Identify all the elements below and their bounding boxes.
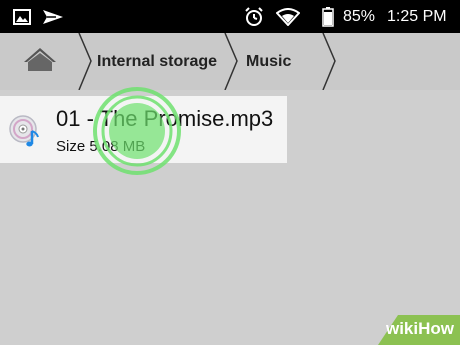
wikihow-watermark: wikiHow — [360, 311, 460, 345]
wifi-icon — [274, 0, 302, 33]
breadcrumb-separator — [322, 33, 336, 90]
list-item[interactable]: 01 - The Promise.mp3 Size 5.08 MB — [0, 96, 287, 163]
battery-icon — [321, 0, 335, 33]
breadcrumb-separator — [78, 33, 92, 90]
alarm-icon — [242, 0, 266, 33]
home-button[interactable] — [0, 33, 80, 90]
breadcrumb-separator — [224, 33, 238, 90]
breadcrumb-internal-storage[interactable]: Internal storage — [97, 33, 217, 90]
file-size: Size 5.08 MB — [56, 138, 146, 155]
music-file-icon — [8, 114, 44, 150]
breadcrumb-music[interactable]: Music — [246, 33, 291, 90]
send-notification-icon — [40, 0, 66, 33]
breadcrumb: Internal storage Music — [0, 33, 460, 90]
home-icon — [22, 46, 58, 77]
file-list: 01 - The Promise.mp3 Size 5.08 MB — [0, 90, 460, 345]
status-bar: 85% 1:25 PM — [0, 0, 460, 33]
clock-time: 1:25 PM — [387, 8, 447, 25]
battery-percent: 85% — [343, 8, 376, 25]
image-notification-icon — [10, 0, 34, 33]
file-name: 01 - The Promise.mp3 — [56, 106, 274, 131]
watermark-text: wikiHow — [385, 319, 454, 338]
